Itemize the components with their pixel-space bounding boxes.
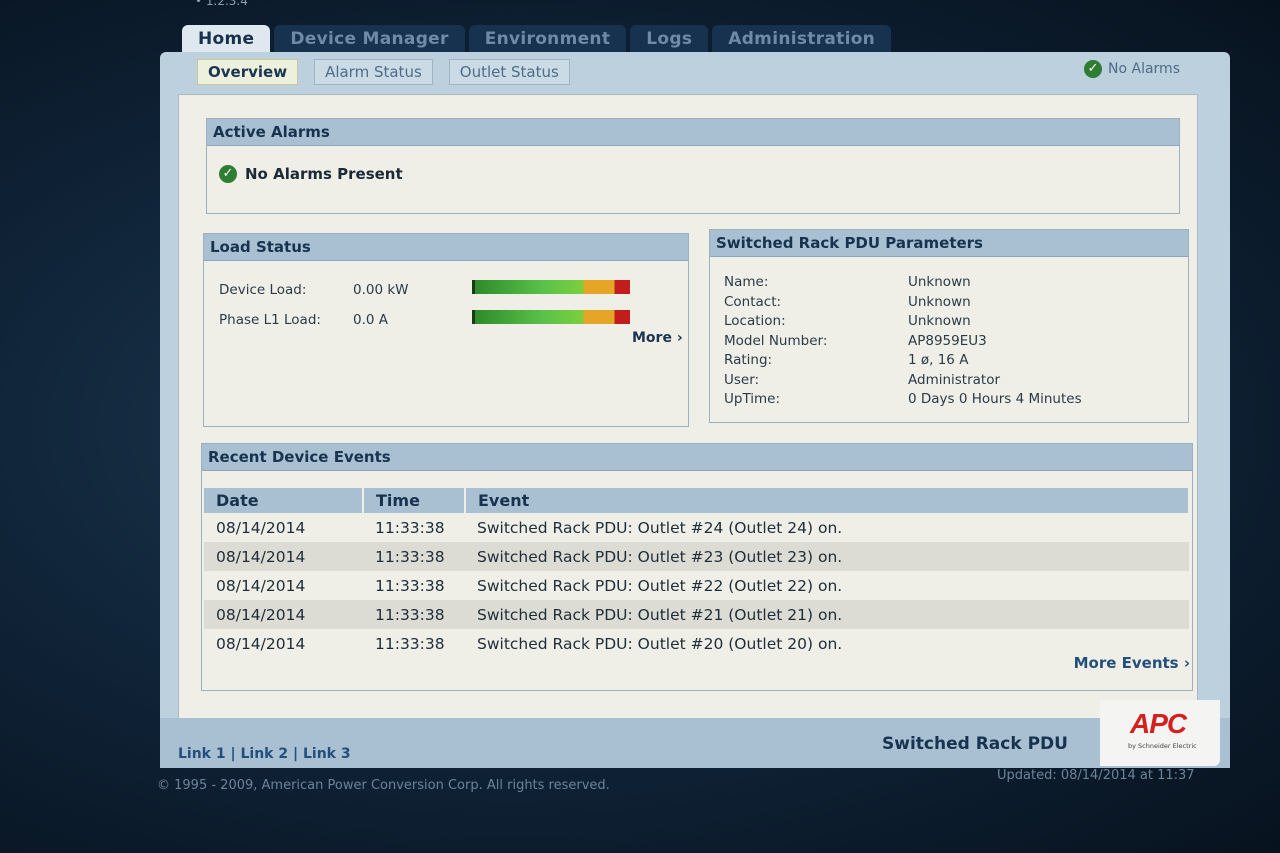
recent-events-panel: Recent Device Events Date Time Event 08/… [201,443,1193,691]
more-events-label: More Events [1073,654,1179,672]
event-date: 08/14/2014 [216,634,306,653]
phase-load-label: Phase L1 Load: [219,312,321,328]
param-value: AP8959EU3 [908,332,987,349]
phase-load-bar [472,310,630,324]
event-date: 08/14/2014 [204,542,363,571]
load-more-label: More [632,330,672,346]
tab-logs[interactable]: Logs [630,25,709,55]
url-text: • 1.2.3.4 [195,0,248,8]
table-row: 08/14/2014 11:33:38 Switched Rack PDU: Out… [204,600,1189,629]
pdu-parameters-list: Name: Unknown Contact: Unknown Location: Un… [724,274,1082,411]
col-date: Date [204,488,364,513]
active-alarms-title: Active Alarms [207,119,1179,146]
subtab-outlet-status[interactable]: Outlet Status [448,59,570,85]
load-status-title: Load Status [204,234,688,261]
footer-link-3[interactable]: Link 3 [303,746,351,762]
table-row: 08/14/2014 11:33:38 Switched Rack PDU: Out… [204,629,1189,658]
param-value: Administrator [908,371,1001,388]
updated-timestamp: Updated: 08/14/2014 at 11:37 [997,768,1195,783]
main-nav: Home Device Manager Environment Logs Adm… [182,25,892,55]
logo-text: APC [1130,708,1187,739]
copyright: © 1995 - 2009, American Power Conversion… [157,778,610,793]
check-icon: ✓ [1084,60,1103,78]
event-time: 11:33:38 [363,600,465,629]
content-area: Active Alarms ✓ No Alarms Present Load S… [178,94,1198,724]
device-load-row: Device Load: 0.00 kW [219,282,471,298]
phase-load-value: 0.0 A [353,312,388,328]
param-key: Contact: [724,293,782,310]
events-header-row: Date Time Event [204,488,1190,513]
table-row: 08/14/2014 11:33:38 Switched Rack PDU: Out… [204,542,1189,571]
no-alarms-text: No Alarms Present [245,165,403,183]
event-text: Switched Rack PDU: Outlet #21 (Outlet 21… [465,600,1189,629]
param-value: 1 ø, 16 A [908,352,969,368]
active-alarms-panel: Active Alarms ✓ No Alarms Present [206,118,1180,214]
subtab-alarm-status[interactable]: Alarm Status [314,59,433,85]
tab-environment[interactable]: Environment [468,25,627,55]
param-key: Location: [724,313,786,329]
recent-events-title: Recent Device Events [202,444,1192,471]
pdu-parameters-title: Switched Rack PDU Parameters [710,230,1188,257]
device-load-value: 0.00 kW [353,282,409,298]
param-key: UpTime: [724,391,781,407]
event-time: 11:33:38 [363,542,465,571]
col-time: Time [363,488,466,513]
event-text: Switched Rack PDU: Outlet #23 (Outlet 23… [465,542,1189,571]
device-load-bar [472,280,630,294]
event-time: 11:33:38 [375,518,445,537]
footer-links: Link 1 | Link 2 | Link 3 [178,746,351,762]
sub-nav: Overview Alarm Status Outlet Status [197,59,570,85]
event-text: Switched Rack PDU: Outlet #24 (Outlet 24… [477,518,843,537]
param-row: UpTime: 0 Days 0 Hours 4 Minutes [724,391,1082,411]
footer-band: Link 1 | Link 2 | Link 3 Switched Rack P… [160,700,1230,768]
events-table: Date Time Event 08/14/2014 11:33:38 Switch… [204,488,1190,658]
event-time: 11:33:38 [375,634,445,653]
param-row: Rating: 1 ø, 16 A [724,352,1082,372]
device-load-label: Device Load: [219,282,307,298]
phase-load-row: Phase L1 Load: 0.0 A [219,312,471,328]
param-row: Contact: Unknown [724,294,1082,314]
param-row: Location: Unknown [724,313,1082,333]
subtab-overview[interactable]: Overview [197,59,299,85]
tab-administration[interactable]: Administration [712,25,892,55]
pdu-parameters-panel: Switched Rack PDU Parameters Name: Unknow… [709,229,1189,423]
alarm-indicator[interactable]: ✓ No Alarms [1084,60,1180,78]
tab-device-manager[interactable]: Device Manager [274,25,465,55]
param-value: Unknown [908,293,971,310]
event-date: 08/14/2014 [204,600,363,629]
event-time: 11:33:38 [375,576,445,595]
check-icon: ✓ [219,165,237,183]
table-row: 08/14/2014 11:33:38 Switched Rack PDU: Out… [204,571,1189,600]
load-more-link[interactable]: More › [632,330,683,346]
param-key: Name: [724,274,769,290]
main-frame: Overview Alarm Status Outlet Status ✓ No… [160,52,1230,768]
table-row: 08/14/2014 11:33:38 Switched Rack PDU: Out… [204,513,1189,542]
col-event: Event [465,488,1190,513]
footer-link-2[interactable]: Link 2 [241,746,289,762]
tab-home[interactable]: Home [182,25,271,55]
apc-logo: APC by Schneider Electric [1100,700,1220,766]
event-date: 08/14/2014 [216,576,306,595]
event-text: Switched Rack PDU: Outlet #22 (Outlet 22… [477,576,843,595]
param-value: Unknown [908,313,971,329]
no-alarms-message: ✓ No Alarms Present [219,165,403,183]
param-row: User: Administrator [724,372,1082,392]
footer-link-1[interactable]: Link 1 [178,746,226,762]
param-value: 0 Days 0 Hours 4 Minutes [908,391,1082,407]
param-row: Name: Unknown [724,274,1082,294]
load-status-panel: Load Status Device Load: 0.00 kW Phase L… [203,233,689,427]
more-events-link[interactable]: More Events › [1074,654,1190,672]
param-key: Rating: [724,352,773,368]
product-name: Switched Rack PDU [882,734,1068,754]
param-key: Model Number: [724,332,828,349]
logo-subtext: by Schneider Electric [1128,742,1197,750]
param-value: Unknown [908,274,971,290]
param-row: Model Number: AP8959EU3 [724,333,1082,353]
event-date: 08/14/2014 [216,518,306,537]
param-key: User: [724,371,760,388]
alarm-indicator-label: No Alarms [1108,61,1180,77]
